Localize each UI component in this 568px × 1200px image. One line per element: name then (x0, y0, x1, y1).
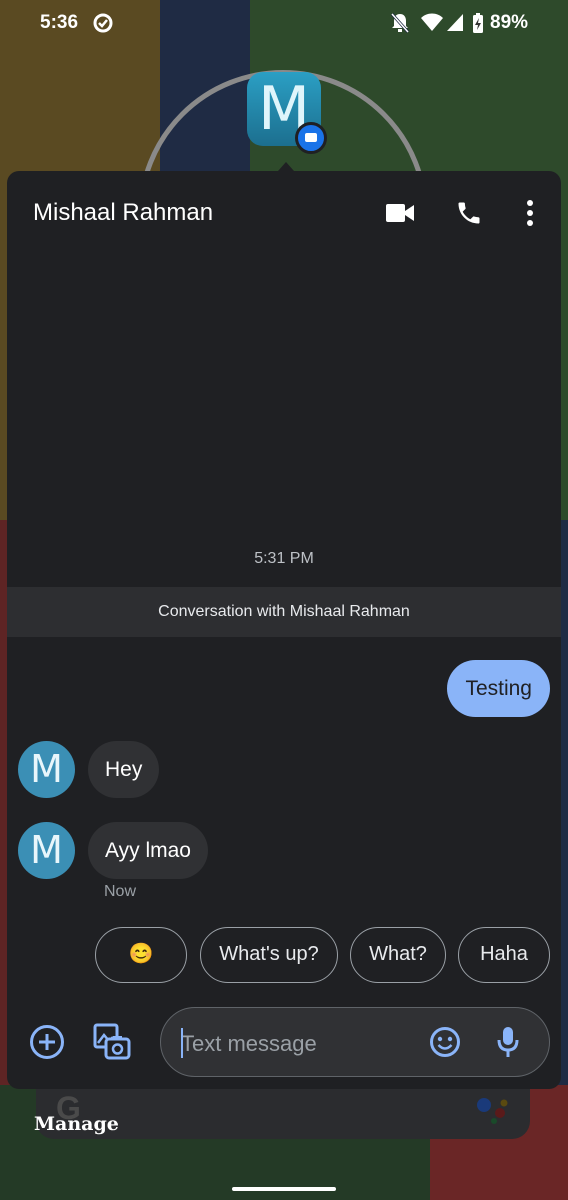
voice-call-button[interactable] (449, 193, 489, 233)
chat-bubble-icon[interactable]: M (247, 72, 327, 154)
wifi-icon (420, 12, 444, 37)
gesture-nav-handle[interactable] (232, 1187, 336, 1191)
data-saver-icon (92, 12, 114, 39)
conversation-banner: Conversation with Mishaal Rahman (7, 587, 561, 637)
message-status: Now (104, 883, 137, 900)
smart-reply-chip[interactable]: What's up? (200, 927, 338, 983)
video-camera-icon (386, 204, 414, 222)
video-call-button[interactable] (380, 193, 420, 233)
conversation-timestamp: 5:31 PM (254, 550, 314, 567)
battery-percent: 89% (490, 12, 529, 33)
emoji-icon (430, 1027, 460, 1057)
more-vert-icon (527, 200, 533, 226)
status-time: 5:36 (40, 12, 79, 33)
manage-bubble-button[interactable]: Manage (34, 1113, 119, 1135)
photo-camera-icon (93, 1023, 131, 1060)
smart-reply-emoji[interactable]: 😊 (95, 927, 187, 983)
add-circle-icon (30, 1025, 64, 1059)
conversation-panel: Mishaal Rahman 5:31 PM Conversation with… (7, 171, 561, 1089)
contact-name: Mishaal Rahman (33, 199, 214, 226)
emoji-button[interactable] (429, 1026, 461, 1063)
smart-reply-chip[interactable]: Haha (458, 927, 550, 983)
more-options-button[interactable] (510, 193, 550, 233)
text-cursor (181, 1028, 183, 1058)
messages-app-badge-icon (295, 122, 327, 154)
voice-input-button[interactable] (497, 1026, 519, 1063)
bubble-pointer (278, 162, 294, 171)
smart-reply-chip[interactable]: What? (350, 927, 446, 983)
gallery-camera-button[interactable] (89, 1019, 135, 1065)
google-assistant-icon (474, 1095, 514, 1125)
incoming-message[interactable]: Ayy lmao (88, 822, 208, 879)
cellular-signal-icon (446, 12, 464, 37)
microphone-icon (497, 1027, 519, 1057)
outgoing-message[interactable]: Testing (447, 660, 550, 717)
battery-charging-icon (472, 12, 484, 39)
avatar[interactable]: M (18, 822, 75, 879)
status-bar: 5:36 89% (0, 0, 568, 46)
compose-box (160, 1007, 550, 1077)
message-input[interactable] (179, 1026, 413, 1062)
add-attachment-button[interactable] (24, 1019, 70, 1065)
phone-icon (458, 202, 480, 224)
avatar[interactable]: M (18, 741, 75, 798)
notifications-off-icon (390, 12, 410, 39)
incoming-message[interactable]: Hey (88, 741, 160, 798)
